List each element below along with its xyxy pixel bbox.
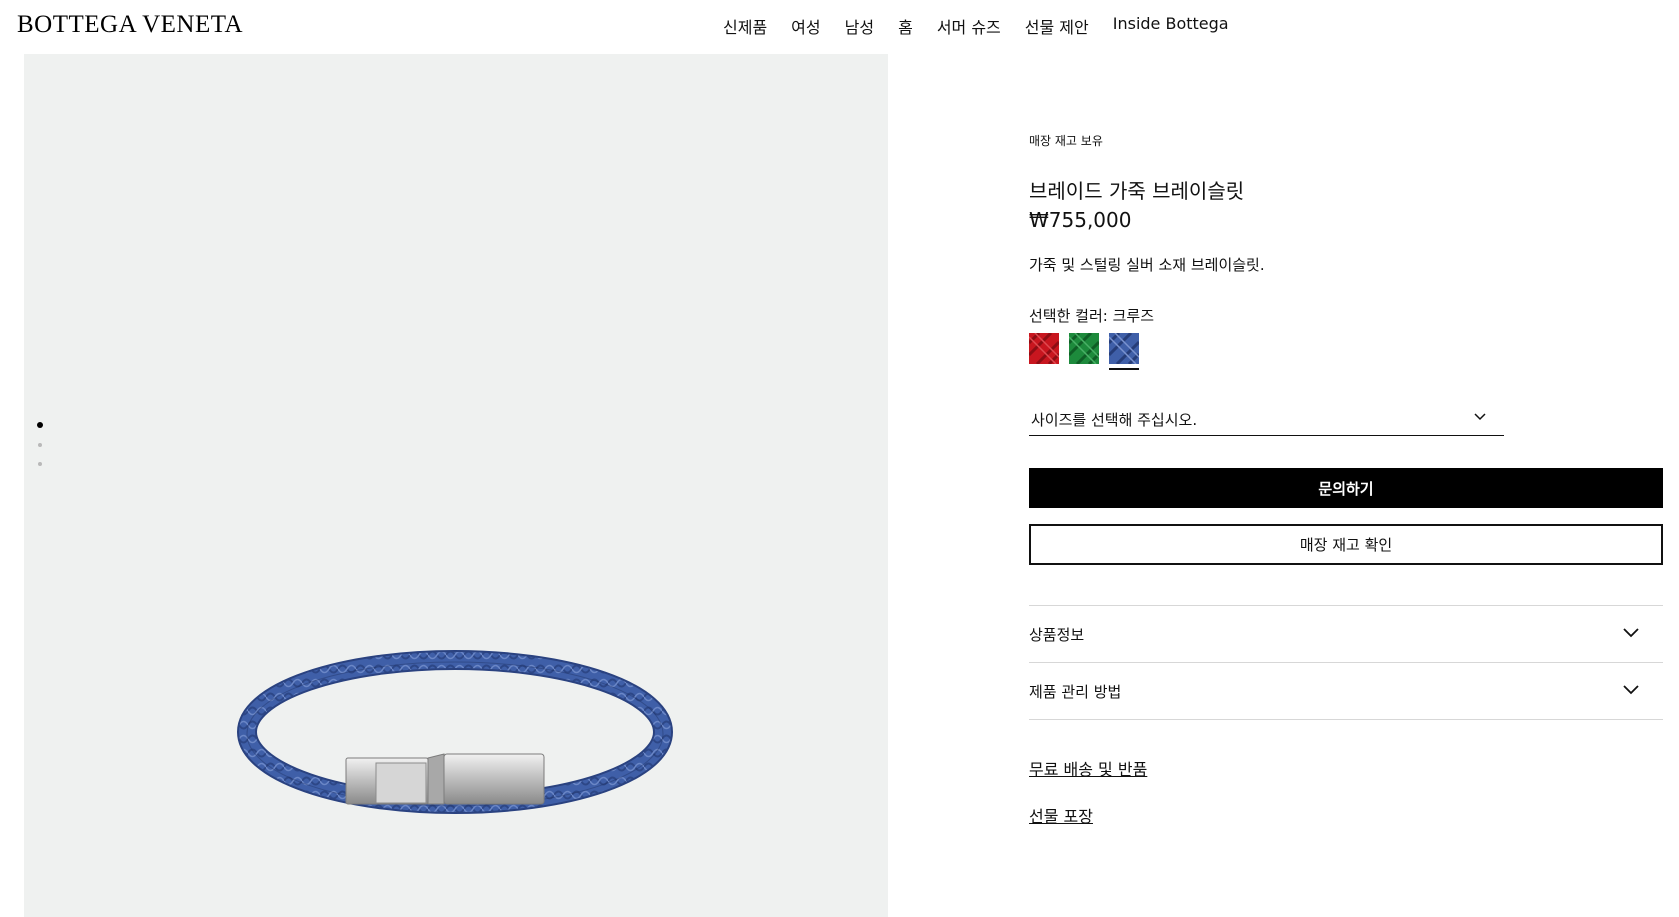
check-store-stock-button[interactable]: 매장 재고 확인 — [1029, 524, 1663, 565]
chevron-down-icon — [1623, 628, 1639, 638]
product-gallery[interactable] — [24, 54, 888, 917]
gallery-dot-3[interactable] — [38, 462, 42, 466]
swatch-green-wrap — [1069, 333, 1099, 370]
gallery-dot-2[interactable] — [38, 443, 42, 447]
color-swatch-red[interactable] — [1029, 333, 1059, 364]
color-swatches — [1029, 333, 1139, 370]
nav-item-summer-shoes[interactable]: 서머 슈즈 — [937, 14, 1001, 38]
swatch-cruise-image — [1109, 333, 1139, 364]
product-image — [237, 650, 673, 814]
nav-item-women[interactable]: 여성 — [791, 14, 820, 38]
nav-item-men[interactable]: 남성 — [845, 14, 874, 38]
brand-logo[interactable]: BOTTEGA VENETA — [17, 11, 243, 39]
swatch-cruise-wrap — [1109, 333, 1139, 370]
nav-item-new[interactable]: 신제품 — [723, 14, 767, 38]
chevron-down-icon — [1623, 685, 1639, 695]
inquire-button[interactable]: 문의하기 — [1029, 468, 1663, 508]
nav-item-gifts[interactable]: 선물 제안 — [1025, 14, 1089, 38]
store-stock-label: 매장 재고 보유 — [1029, 134, 1103, 148]
color-swatch-cruise[interactable] — [1109, 333, 1139, 364]
gallery-dot-1[interactable] — [37, 422, 43, 428]
accordion-care-instructions[interactable]: 제품 관리 방법 — [1029, 663, 1663, 720]
main-nav: 신제품 여성 남성 홈 서머 슈즈 선물 제안 Inside Bottega — [723, 14, 1229, 38]
gallery-pagination — [37, 422, 43, 481]
site-header: BOTTEGA VENETA 신제품 여성 남성 홈 서머 슈즈 선물 제안 I… — [0, 0, 1679, 54]
nav-item-home[interactable]: 홈 — [898, 14, 913, 38]
nav-item-inside-bottega[interactable]: Inside Bottega — [1113, 14, 1229, 38]
accordion-product-info-label: 상품정보 — [1029, 626, 1085, 644]
size-select[interactable]: 사이즈를 선택해 주십시오. — [1029, 405, 1504, 436]
accordion-product-info[interactable]: 상품정보 — [1029, 606, 1663, 663]
color-swatch-green[interactable] — [1069, 333, 1099, 364]
product-description: 가죽 및 스털링 실버 소재 브레이슬릿. — [1029, 256, 1265, 274]
accordion-care-label: 제품 관리 방법 — [1029, 683, 1122, 701]
product-title: 브레이드 가죽 브레이슬릿 — [1029, 179, 1245, 203]
size-select-placeholder: 사이즈를 선택해 주십시오. — [1031, 411, 1198, 429]
gift-wrapping-link[interactable]: 선물 포장 — [1029, 803, 1093, 827]
swatch-green-image — [1069, 333, 1099, 364]
swatch-red-image — [1029, 333, 1059, 364]
chevron-down-icon — [1474, 413, 1486, 421]
product-price: ₩755,000 — [1029, 208, 1132, 232]
selected-color-label: 선택한 컬러: 크루즈 — [1029, 307, 1154, 325]
free-shipping-returns-link[interactable]: 무료 배송 및 반품 — [1029, 756, 1147, 780]
swatch-red-wrap — [1029, 333, 1059, 370]
